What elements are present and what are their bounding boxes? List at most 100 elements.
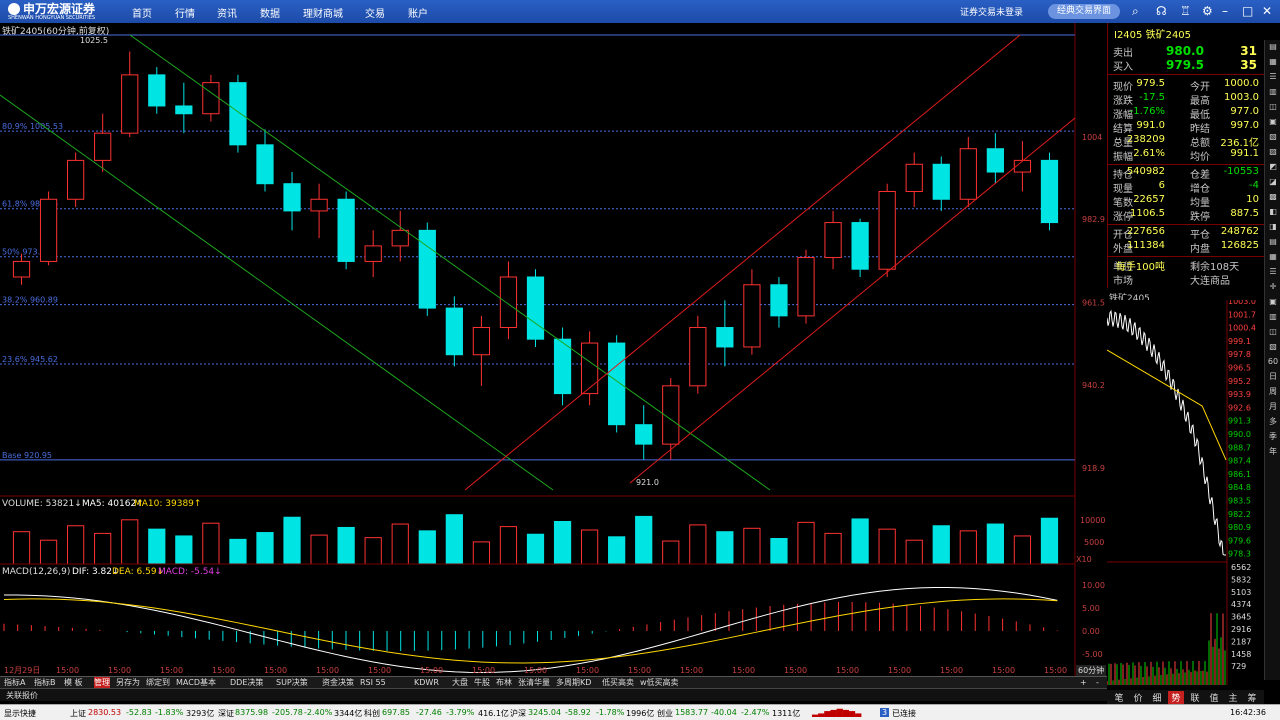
volume-bar: [202, 522, 220, 565]
login-status[interactable]: 证券交易未登录: [960, 5, 1023, 18]
mini-tab[interactable]: 细: [1149, 691, 1165, 704]
side-icon-8[interactable]: ▨: [1265, 145, 1280, 159]
side-icon-13[interactable]: ◨: [1265, 220, 1280, 234]
quote-row: 总量 238209 总额 236.1亿: [1108, 134, 1265, 149]
quote-panel: I2405 铁矿2405 卖出 980.0 31 买入 979.5 35 现价 9…: [1107, 23, 1265, 288]
candle: [94, 132, 112, 161]
maximize-icon[interactable]: □: [1242, 4, 1253, 18]
shirt-icon[interactable]: ♖: [1180, 4, 1191, 18]
mini-vol-tick: 6562: [1231, 563, 1251, 572]
side-icon-12[interactable]: ◧: [1265, 205, 1280, 219]
price-tick: 940.2: [1082, 381, 1105, 390]
nav-account[interactable]: 账户: [408, 5, 428, 20]
ma10-legend: MA10: 39389↑: [134, 499, 202, 509]
side-icon-18[interactable]: ▣: [1265, 295, 1280, 309]
top-bar: 申万宏源证券 SHENWAN HONGYUAN SECURITIES 首页 行情 …: [0, 0, 1280, 23]
candle: [608, 342, 626, 426]
side-period-60[interactable]: 60: [1265, 355, 1280, 369]
kline-svg[interactable]: 80.9% 1005.5361.8% 985.5650% 973.2238.2%…: [0, 23, 1107, 676]
quote-value-2: 236.1亿: [1220, 138, 1259, 149]
time-label: 15:00: [784, 666, 807, 675]
macd-legend: MACD(12,26,9): [2, 567, 71, 577]
side-period-quarter[interactable]: 季: [1265, 430, 1280, 444]
candle: [67, 159, 85, 200]
intraday-mini-chart[interactable]: 1003.0 1001.7 1000.4 999.1 997.8 996.5 995.2 99…: [1107, 300, 1264, 685]
headset-icon[interactable]: ☊: [1156, 4, 1167, 18]
side-icon-5[interactable]: ◫: [1265, 100, 1280, 114]
mini-tab[interactable]: 联: [1187, 691, 1203, 704]
mini-price-tick: 1000.4: [1228, 324, 1256, 333]
side-toolbar: ▤ ▦ ☰ ▥ ◫ ▣ ▧ ▨ ◩ ◪ ▩ ◧ ◨ ▤ ▦ ☰ ✛ ▣ ▥ ◫ …: [1264, 40, 1280, 680]
quote-label-2: 均价: [1190, 152, 1210, 163]
volume-bar: [959, 530, 977, 565]
mini-price-tick: 986.1: [1228, 470, 1251, 479]
buy-row: 买入 979.5 35: [1113, 58, 1257, 73]
nav-mall[interactable]: 理财商城: [303, 5, 343, 20]
side-period-year[interactable]: 年: [1265, 445, 1280, 459]
volume-bar: [662, 540, 680, 565]
side-icon-11[interactable]: ▩: [1265, 190, 1280, 204]
kline-chart-area[interactable]: 80.9% 1005.53 61.8% 985.56 50% 973.22 38.2%…: [0, 23, 1107, 676]
side-icon-19[interactable]: ▥: [1265, 310, 1280, 324]
time-label: 15:00: [472, 666, 495, 675]
macd-value-legend: MACD: -5.54↓: [158, 567, 222, 577]
time-label: 15:00: [940, 666, 963, 675]
gear-icon[interactable]: ⚙: [1202, 4, 1213, 18]
nav-news[interactable]: 资讯: [217, 5, 237, 20]
close-icon[interactable]: ✕: [1262, 4, 1272, 18]
quote-label-2: 最低: [1190, 110, 1210, 121]
volume-bar: [148, 528, 166, 565]
nav-trade[interactable]: 交易: [365, 5, 385, 20]
period-label[interactable]: 60分钟: [1076, 665, 1107, 676]
side-period-day[interactable]: 日: [1265, 370, 1280, 384]
mini-tab[interactable]: 笔: [1111, 691, 1127, 704]
side-icon-4[interactable]: ▥: [1265, 85, 1280, 99]
nav-quotes[interactable]: 行情: [175, 5, 195, 20]
mini-tab[interactable]: 主: [1225, 691, 1241, 704]
side-period-month[interactable]: 月: [1265, 400, 1280, 414]
time-label: 15:00: [732, 666, 755, 675]
logo-mark-icon: [8, 3, 20, 15]
side-icon-14[interactable]: ▤: [1265, 235, 1280, 249]
side-icon-3[interactable]: ☰: [1265, 70, 1280, 84]
mini-tab[interactable]: 筹: [1244, 691, 1260, 704]
side-icon-15[interactable]: ▦: [1265, 250, 1280, 264]
mini-tab[interactable]: 价: [1130, 691, 1146, 704]
quote-label: 振幅: [1113, 152, 1133, 163]
nav-data[interactable]: 数据: [260, 5, 280, 20]
mini-vol-tick: 2187: [1231, 637, 1251, 646]
side-period-week[interactable]: 周: [1265, 385, 1280, 399]
quote-label-2: 大连商品: [1190, 276, 1230, 287]
volume-bar: [67, 525, 85, 565]
side-icon-16[interactable]: ☰: [1265, 265, 1280, 279]
side-icon-21[interactable]: ▧: [1265, 340, 1280, 354]
side-icon-10[interactable]: ◪: [1265, 175, 1280, 189]
side-icon-20[interactable]: ◫: [1265, 325, 1280, 339]
connection-status: 已连接: [892, 709, 916, 718]
nav-home[interactable]: 首页: [132, 5, 152, 20]
notification-badge[interactable]: 3: [880, 708, 890, 717]
side-icon-1[interactable]: ▤: [1265, 40, 1280, 54]
quick-display[interactable]: 显示快捷: [4, 708, 36, 719]
classic-trade-button[interactable]: 经典交易界面: [1048, 4, 1120, 19]
volume-bar: [797, 521, 815, 565]
side-icon-6[interactable]: ▣: [1265, 115, 1280, 129]
mini-tab[interactable]: 势: [1168, 691, 1184, 704]
search-icon[interactable]: ⌕: [1132, 4, 1139, 18]
volume-bar: [310, 534, 328, 565]
volume-bar: [12, 531, 31, 565]
side-icon-7[interactable]: ▧: [1265, 130, 1280, 144]
side-icon-2[interactable]: ▦: [1265, 55, 1280, 69]
quote-value: 1106.5: [1130, 208, 1165, 219]
side-period-multi[interactable]: 多: [1265, 415, 1280, 429]
side-icon-9[interactable]: ◩: [1265, 160, 1280, 174]
candle: [337, 198, 355, 262]
volume-bar: [283, 516, 301, 565]
minimize-icon[interactable]: –: [1222, 4, 1228, 18]
quote-row: 持仓 540982 仓差 -10553: [1108, 166, 1265, 181]
related-quote-tab[interactable]: 关联报价: [6, 690, 38, 701]
crosshair-icon[interactable]: ✛: [1265, 280, 1280, 294]
time-label: 15:00: [56, 666, 79, 675]
mini-tab[interactable]: 值: [1206, 691, 1222, 704]
volume-bar: [905, 539, 923, 565]
